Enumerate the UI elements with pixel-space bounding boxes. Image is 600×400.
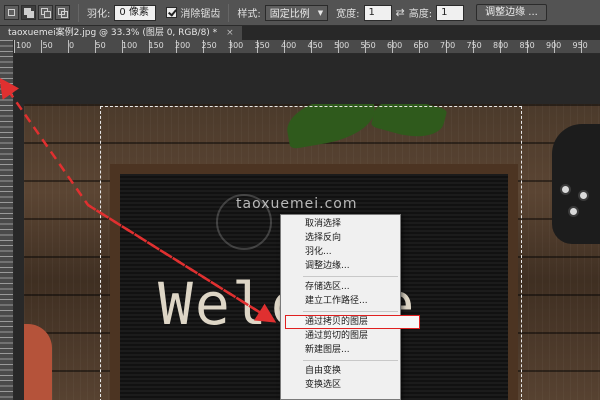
- refine-edge-button[interactable]: 调整边缘 ...: [476, 4, 547, 21]
- feather-label: 羽化:: [87, 9, 111, 20]
- menu-item-deselect[interactable]: 取消选择: [281, 217, 400, 231]
- ruler-label: 550: [360, 41, 376, 50]
- add-to-selection-icon[interactable]: [21, 5, 36, 20]
- divider: [228, 3, 230, 22]
- ruler-label: 0: [69, 41, 75, 50]
- ruler-label: 50: [42, 41, 53, 50]
- selection-mode-group: [4, 5, 70, 20]
- intersect-selection-icon[interactable]: [55, 5, 70, 20]
- typewriter-key: [568, 206, 579, 217]
- style-dropdown[interactable]: 固定比例 ▼: [264, 4, 329, 21]
- ruler-label: 300: [228, 41, 244, 50]
- menu-item-free-transform[interactable]: 自由变换: [281, 364, 400, 378]
- feather-input[interactable]: 0 像素: [114, 4, 157, 21]
- style-label: 样式:: [237, 9, 261, 20]
- ruler-label: 200: [175, 41, 191, 50]
- ruler-label: 450: [307, 41, 323, 50]
- typewriter-key: [578, 190, 589, 201]
- ruler-label: 950: [572, 41, 588, 50]
- ruler-label: 750: [466, 41, 482, 50]
- divider: [78, 3, 79, 22]
- document-tab-bar: taoxuemei案例2.jpg @ 33.3% (图层 0, RGB/8) *…: [0, 26, 600, 40]
- menu-separator: [303, 276, 398, 277]
- menu-item-new-layer[interactable]: 新建图层...: [281, 343, 400, 357]
- ruler-label: 50: [95, 41, 106, 50]
- width-input[interactable]: 1: [363, 4, 392, 21]
- menu-item-refine-edge[interactable]: 调整边缘...: [281, 259, 400, 273]
- ruler-label: 100: [122, 41, 138, 50]
- vertical-ruler[interactable]: [0, 40, 14, 400]
- antialias-label: 消除锯齿: [180, 9, 221, 20]
- teapot-graphic: [24, 324, 52, 400]
- menu-item-save-selection[interactable]: 存储选区...: [281, 280, 400, 294]
- document-title: taoxuemei案例2.jpg @ 33.3% (图层 0, RGB/8) *: [8, 28, 218, 38]
- options-bar: 羽化: 0 像素 消除锯齿 样式: 固定比例 ▼ 宽度: 1 ⇄ 高度: 1 调…: [0, 0, 600, 26]
- typewriter-key: [560, 184, 571, 195]
- ruler-label: 150: [148, 41, 164, 50]
- new-selection-icon[interactable]: [4, 5, 19, 20]
- menu-item-make-work-path[interactable]: 建立工作路径...: [281, 294, 400, 308]
- document-tab[interactable]: taoxuemei案例2.jpg @ 33.3% (图层 0, RGB/8) *…: [0, 26, 242, 40]
- menu-item-feather[interactable]: 羽化...: [281, 245, 400, 259]
- subtract-from-selection-icon[interactable]: [38, 5, 53, 20]
- menu-item-layer-via-copy[interactable]: 通过拷贝的图层: [285, 315, 420, 329]
- height-label: 高度:: [408, 9, 433, 20]
- ruler-label: 650: [413, 41, 429, 50]
- ruler-label: 350: [254, 41, 270, 50]
- menu-item-transform-selection[interactable]: 变换选区: [281, 378, 400, 392]
- typewriter-graphic: [552, 124, 600, 244]
- ruler-label: 850: [519, 41, 535, 50]
- context-menu: 取消选择 选择反向 羽化... 调整边缘... 存储选区... 建立工作路径..…: [280, 214, 420, 400]
- ruler-label: 700: [440, 41, 456, 50]
- ruler-label: 500: [334, 41, 350, 50]
- height-input[interactable]: 1: [436, 4, 465, 21]
- style-dropdown-value: 固定比例: [269, 9, 310, 20]
- ruler-label: 400: [281, 41, 297, 50]
- ruler-label: 100: [16, 41, 32, 50]
- menu-separator: [303, 311, 398, 312]
- swap-dimensions-icon[interactable]: ⇄: [396, 6, 405, 19]
- ruler-ticks: [0, 40, 13, 400]
- ruler-label: 900: [546, 41, 562, 50]
- close-icon[interactable]: ×: [226, 28, 234, 38]
- ruler-label: 600: [387, 41, 403, 50]
- chevron-down-icon: ▼: [317, 8, 324, 17]
- width-label: 宽度:: [336, 9, 360, 20]
- horizontal-ruler[interactable]: 100 50 0 50 100 150 200 250 300 350 400 450 500 550 60…: [14, 40, 600, 54]
- menu-item-layer-via-cut[interactable]: 通过剪切的图层: [281, 329, 400, 343]
- menu-separator: [303, 360, 398, 361]
- menu-item-select-inverse[interactable]: 选择反向: [281, 231, 400, 245]
- ruler-label: 800: [493, 41, 509, 50]
- ruler-label: 250: [201, 41, 217, 50]
- antialias-checkbox[interactable]: [166, 7, 178, 18]
